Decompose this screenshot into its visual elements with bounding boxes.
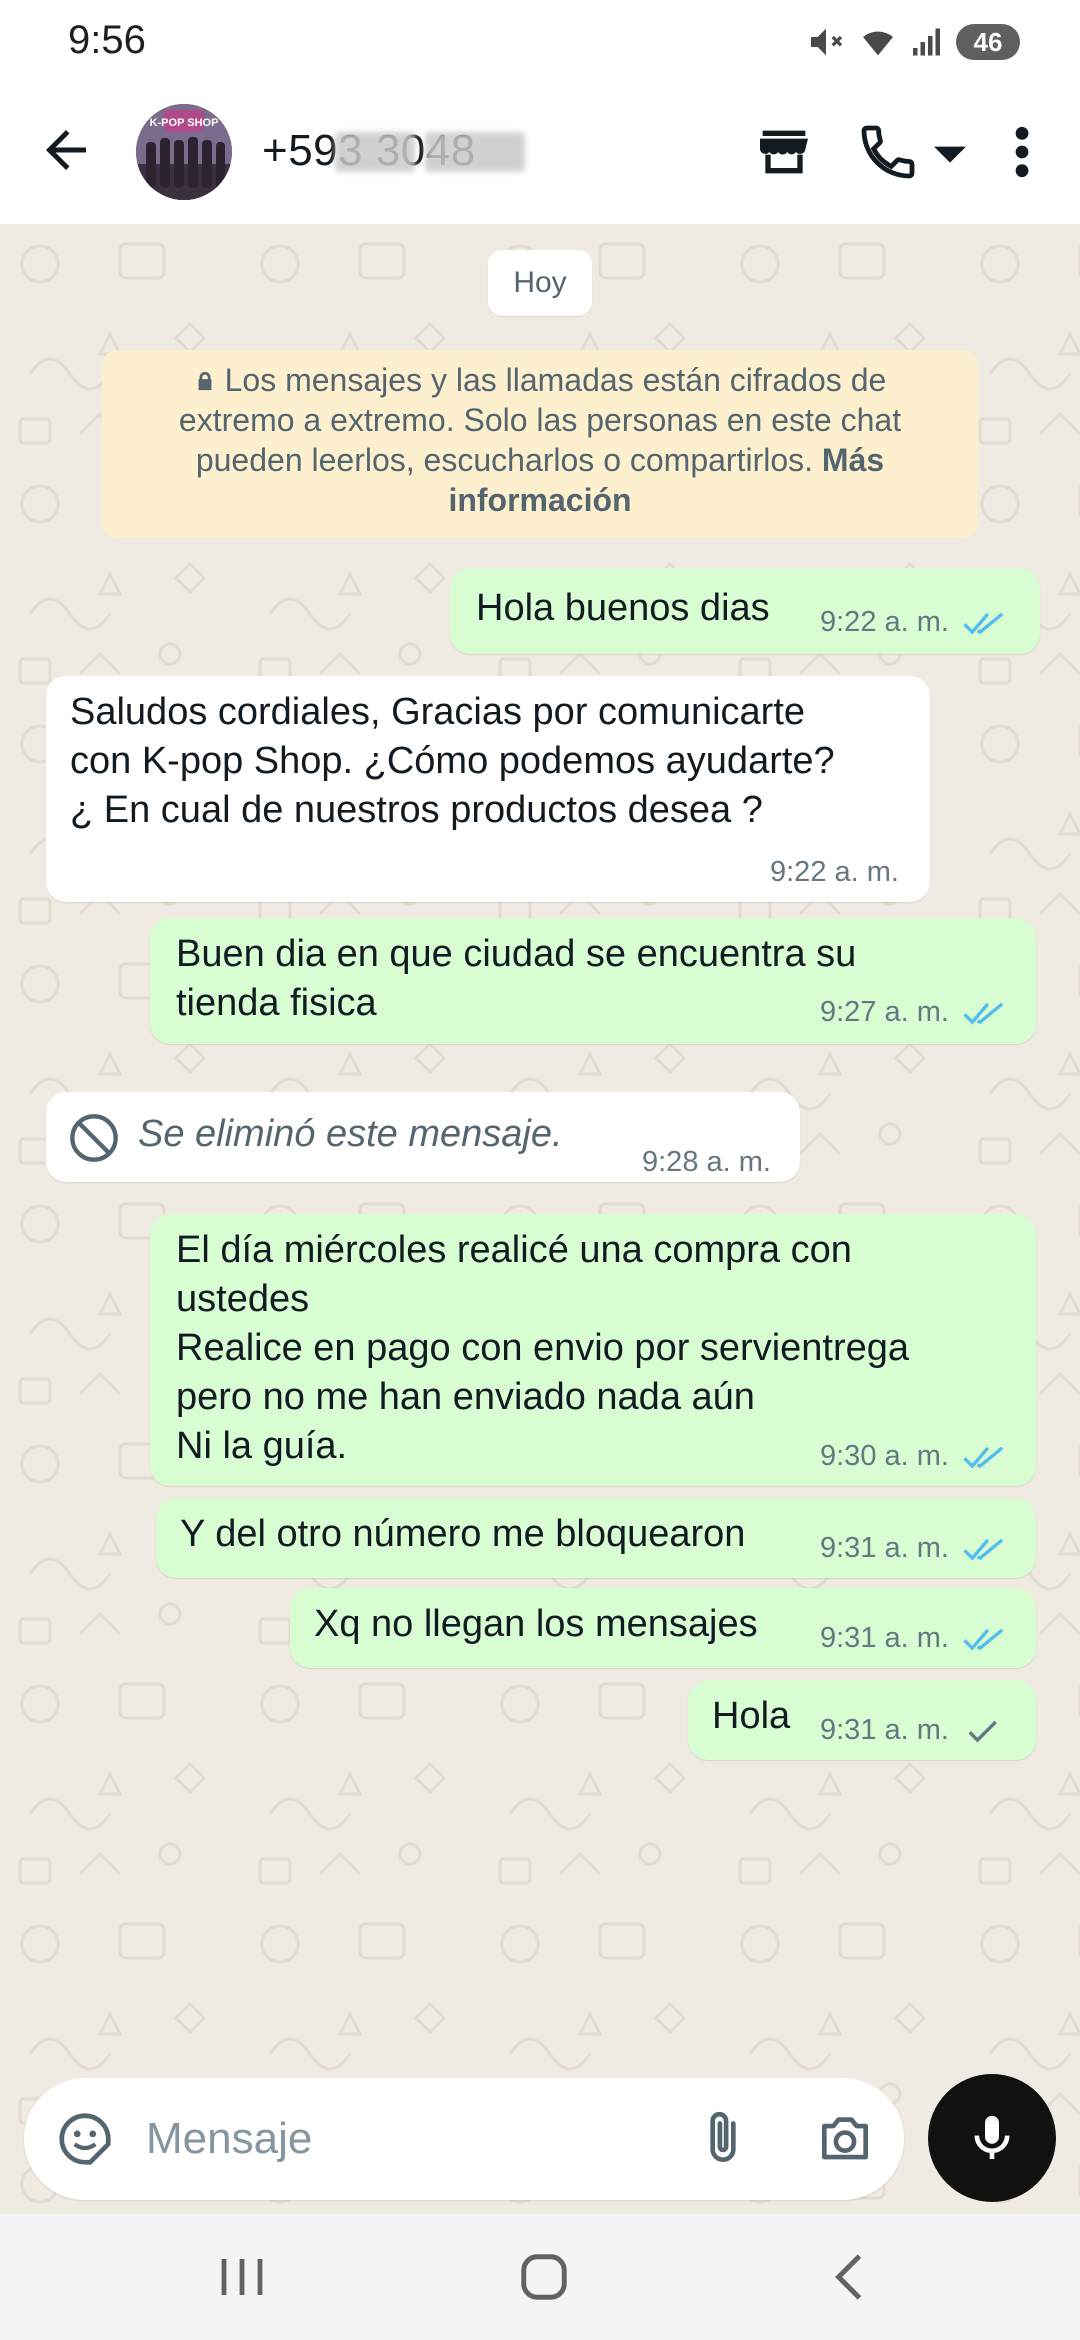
double-check-read-icon [963, 1628, 1004, 1651]
arrow-left-icon[interactable] [36, 120, 96, 180]
message-meta: 9:31 a. m. [820, 1614, 1007, 1663]
store-icon[interactable] [752, 120, 816, 184]
message-incoming-deleted[interactable]: Se eliminó este mensaje. 9:28 a. m. [46, 1092, 800, 1182]
status-bar: 9:56 46 [0, 0, 1080, 84]
avatar[interactable]: K-POP SHOP [136, 104, 232, 200]
mic-icon [974, 2115, 1010, 2159]
message-text: Y del otro número me bloquearon [180, 1513, 746, 1555]
message-composer [24, 2078, 904, 2200]
redaction-blur [335, 132, 415, 172]
message-time: 9:30 a. m. [820, 1440, 949, 1472]
double-check-read-icon [963, 612, 1004, 635]
double-check-read-icon [963, 1002, 1004, 1025]
system-nav-bar [0, 2214, 1080, 2340]
message-meta: 9:27 a. m. [820, 988, 1007, 1037]
sticker-icon[interactable] [54, 2108, 116, 2170]
double-check-read-icon [963, 1446, 1004, 1469]
message-input[interactable] [146, 2102, 666, 2176]
message-meta: 9:30 a. m. [820, 1432, 1007, 1481]
message-time: 9:31 a. m. [820, 1714, 949, 1746]
message-time: 9:27 a. m. [820, 996, 949, 1028]
message-incoming[interactable]: Saludos cordiales, Gracias por comunicar… [46, 676, 930, 902]
deleted-icon [70, 1114, 118, 1162]
encryption-notice-text: Los mensajes y las llamadas están cifrad… [178, 362, 902, 478]
date-chip: Hoy [488, 250, 592, 316]
encryption-notice[interactable]: Los mensajes y las llamadas están cifrad… [102, 350, 978, 538]
message-text: Buen dia en que ciudad se encuentra su t… [176, 933, 857, 1024]
message-outgoing[interactable]: Xq no llegan los mensajes 9:31 a. m. [290, 1588, 1036, 1668]
home-icon[interactable] [516, 2250, 572, 2304]
mic-button[interactable] [928, 2074, 1056, 2202]
signal-icon [913, 28, 940, 56]
message-text: Saludos cordiales, Gracias por comunicar… [70, 691, 835, 831]
message-time: 9:22 a. m. [770, 856, 899, 888]
message-meta: 9:28 a. m. [642, 1138, 771, 1187]
message-meta: 9:22 a. m. [770, 848, 899, 897]
message-outgoing[interactable]: Hola buenos dias 9:22 a. m. [450, 568, 1040, 654]
phone-icon[interactable] [856, 120, 920, 184]
message-outgoing[interactable]: Hola 9:31 a. m. [688, 1680, 1036, 1760]
status-time: 9:56 [68, 18, 146, 62]
message-meta: 9:22 a. m. [820, 598, 1007, 647]
more-vert-icon[interactable] [1000, 120, 1044, 184]
message-meta: 9:31 a. m. [820, 1524, 1007, 1573]
redaction-blur [425, 132, 525, 172]
mute-icon [811, 28, 843, 56]
message-time: 9:31 a. m. [820, 1622, 949, 1654]
chat-header: K-POP SHOP +593 3048 [0, 84, 1080, 224]
message-outgoing[interactable]: Y del otro número me bloquearon 9:31 a. … [156, 1498, 1036, 1578]
message-text: Xq no llegan los mensajes [314, 1603, 758, 1645]
message-text: Se eliminó este mensaje. [138, 1113, 563, 1155]
back-icon[interactable] [826, 2252, 872, 2302]
recents-icon[interactable] [214, 2252, 270, 2302]
message-text: Hola buenos dias [476, 587, 770, 629]
chat-area[interactable]: Hoy Los mensajes y las llamadas están ci… [0, 224, 1080, 2214]
status-icons: 46 [806, 22, 1020, 62]
avatar-label: K-POP SHOP [150, 117, 219, 129]
message-text: Hola [712, 1695, 791, 1737]
message-time: 9:31 a. m. [820, 1532, 949, 1564]
check-sent-icon [968, 1720, 997, 1742]
camera-icon[interactable] [814, 2108, 876, 2170]
message-outgoing[interactable]: Buen dia en que ciudad se encuentra su t… [150, 918, 1036, 1044]
message-text: El día miércoles realicé una compra con … [176, 1229, 910, 1467]
message-time: 9:28 a. m. [642, 1146, 771, 1178]
wifi-icon [863, 31, 893, 56]
double-check-read-icon [963, 1538, 1004, 1561]
attach-icon[interactable] [692, 2108, 754, 2170]
lock-icon [198, 371, 212, 391]
message-meta: 9:31 a. m. [820, 1706, 1007, 1755]
message-time: 9:22 a. m. [820, 606, 949, 638]
dropdown-icon[interactable] [928, 120, 972, 184]
battery-icon: 46 [956, 24, 1020, 60]
message-outgoing[interactable]: El día miércoles realicé una compra con … [150, 1214, 1036, 1486]
